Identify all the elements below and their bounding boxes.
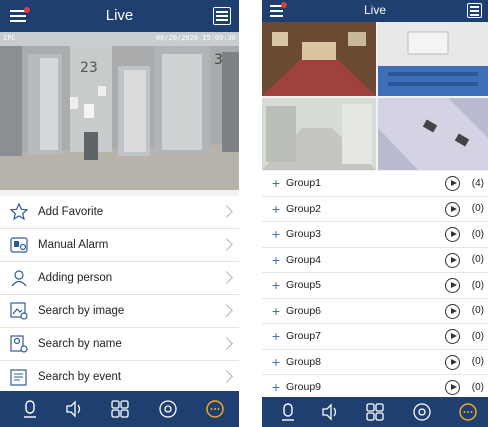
event-search-icon (10, 369, 27, 386)
play-icon[interactable] (445, 278, 460, 293)
play-icon[interactable] (445, 227, 460, 242)
menu-label: Search by image (38, 305, 125, 317)
chevron-right-icon (220, 304, 233, 317)
group-name: Group8 (286, 355, 322, 368)
more-icon[interactable] (458, 402, 478, 422)
channel-list-icon[interactable] (213, 7, 231, 25)
svg-text:3: 3 (214, 52, 223, 68)
menu-search-by-name[interactable]: Search by name (0, 328, 239, 361)
group-name: Group7 (286, 330, 322, 343)
camera-tile-4[interactable] (378, 98, 488, 170)
group-count: (0) (471, 203, 484, 215)
header-bar: Live (262, 0, 488, 22)
group-row-1[interactable]: + Group1 (4) (262, 171, 488, 197)
group-count: (0) (471, 228, 484, 240)
group-row-5[interactable]: + Group5 (0) (262, 273, 488, 299)
menu-add-favorite[interactable]: Add Favorite (0, 196, 239, 229)
person-add-icon (11, 270, 27, 287)
play-icon[interactable] (445, 252, 460, 268)
menu-label: Search by name (38, 338, 122, 350)
group-row-7[interactable]: + Group7 (0) (262, 324, 488, 350)
group-row-2[interactable]: + Group2 (0) (262, 197, 488, 222)
speaker-icon[interactable] (320, 402, 340, 422)
expand-icon[interactable]: + (266, 328, 286, 344)
page-title: Live (105, 7, 134, 24)
chevron-right-icon (220, 271, 233, 284)
play-icon[interactable] (445, 303, 460, 319)
live-screen-groups: Live + Group1 (4) + Group2 (0) + Group3 … (262, 0, 488, 427)
speaker-icon[interactable] (64, 399, 84, 419)
menu-label: Search by event (38, 371, 122, 383)
video-timestamp: 06/20/2020 15:09:36 (155, 34, 236, 42)
group-count: (4) (471, 177, 484, 189)
group-count: (0) (471, 254, 484, 266)
alarm-icon (10, 237, 28, 253)
group-name: Group3 (286, 228, 322, 241)
bottom-toolbar (0, 391, 239, 427)
expand-icon[interactable]: + (266, 303, 286, 319)
menu-search-by-event[interactable]: Search by event (0, 361, 239, 394)
page-title: Live (363, 3, 386, 17)
expand-icon[interactable]: + (266, 252, 286, 268)
play-icon[interactable] (445, 380, 460, 395)
star-icon (9, 202, 29, 221)
image-search-icon (10, 302, 28, 320)
menu-label: Add Favorite (38, 206, 104, 218)
group-name: Group2 (286, 202, 322, 215)
play-icon[interactable] (445, 176, 460, 191)
svg-text:23: 23 (80, 60, 98, 76)
group-count: (0) (471, 356, 484, 368)
channel-label: IPC (3, 34, 16, 42)
chevron-right-icon (220, 205, 233, 218)
live-menu-list: Add Favorite Manual Alarm Adding person … (0, 196, 239, 394)
group-row-8[interactable]: + Group8 (0) (262, 350, 488, 375)
expand-icon[interactable]: + (266, 379, 286, 395)
menu-label: Adding person (38, 272, 113, 284)
layout-icon[interactable] (365, 402, 385, 422)
chevron-right-icon (220, 337, 233, 350)
live-video-view[interactable]: 23 3 IPC 06/20/2020 15:09:36 (0, 32, 239, 190)
bottom-toolbar (262, 397, 488, 427)
header-bar: Live (0, 0, 239, 32)
play-icon[interactable] (445, 329, 460, 344)
live-screen-menu: Live 23 3 IPC 06/20/2020 15:09:36 Add Fa… (0, 0, 239, 427)
group-name: Group1 (286, 177, 322, 190)
group-name: Group4 (286, 253, 322, 266)
group-count: (0) (471, 330, 484, 342)
channel-list-icon[interactable] (467, 3, 482, 18)
expand-icon[interactable]: + (266, 175, 286, 191)
talk-icon[interactable] (278, 402, 298, 422)
group-name: Group5 (286, 279, 322, 292)
expand-icon[interactable]: + (266, 201, 286, 217)
name-search-icon (10, 335, 28, 353)
menu-search-by-image[interactable]: Search by image (0, 295, 239, 328)
menu-adding-person[interactable]: Adding person (0, 262, 239, 295)
group-row-6[interactable]: + Group6 (0) (262, 299, 488, 324)
expand-icon[interactable]: + (266, 277, 286, 293)
ptz-icon[interactable] (412, 402, 432, 422)
group-count: (0) (471, 279, 484, 291)
camera-tile-3[interactable] (262, 98, 376, 170)
expand-icon[interactable]: + (266, 354, 286, 370)
group-count: (0) (471, 305, 484, 317)
camera-tile-1[interactable] (262, 22, 376, 96)
chevron-right-icon (220, 238, 233, 251)
expand-icon[interactable]: + (266, 226, 286, 242)
layout-icon[interactable] (110, 399, 130, 419)
group-row-4[interactable]: + Group4 (0) (262, 248, 488, 273)
talk-icon[interactable] (20, 399, 40, 419)
ptz-icon[interactable] (158, 399, 178, 419)
group-name: Group6 (286, 304, 322, 317)
play-icon[interactable] (445, 201, 460, 217)
play-icon[interactable] (445, 354, 460, 370)
group-count: (0) (471, 381, 484, 393)
more-icon[interactable] (205, 399, 225, 419)
group-list: + Group1 (4) + Group2 (0) + Group3 (0) + Group4… (262, 171, 488, 401)
camera-tile-2[interactable] (378, 22, 488, 96)
menu-label: Manual Alarm (38, 239, 109, 251)
menu-manual-alarm[interactable]: Manual Alarm (0, 229, 239, 262)
chevron-right-icon (220, 370, 233, 383)
group-name: Group9 (286, 381, 322, 394)
group-row-3[interactable]: + Group3 (0) (262, 222, 488, 248)
